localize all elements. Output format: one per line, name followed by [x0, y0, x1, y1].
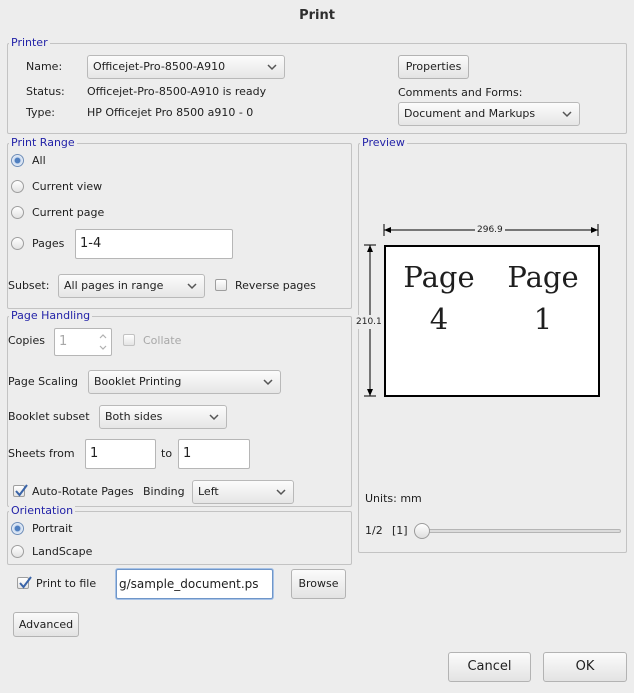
chevron-down-icon — [267, 64, 277, 71]
printer-status-label: Status: — [26, 85, 65, 98]
subset-select[interactable]: All pages in range — [58, 274, 205, 298]
preview-page-counter: 1/2 — [365, 524, 383, 537]
cancel-button[interactable]: Cancel — [448, 652, 531, 682]
advanced-button[interactable]: Advanced — [13, 612, 79, 637]
sheets-from-label: Sheets from — [8, 447, 75, 460]
print-file-path-value: g/sample_document.ps — [119, 577, 259, 591]
print-to-file-label[interactable]: Print to file — [36, 577, 96, 591]
printer-name-label: Name: — [26, 60, 63, 73]
printer-name-value: Officejet-Pro-8500-A910 — [93, 60, 226, 73]
chevron-down-icon — [263, 379, 273, 386]
ok-button-label: OK — [575, 659, 595, 674]
landscape-label[interactable]: LandScape — [32, 545, 92, 559]
orientation-legend: Orientation — [9, 504, 76, 517]
sheets-to-input[interactable]: 1 — [178, 439, 250, 469]
page-scaling-label: Page Scaling — [8, 375, 78, 388]
preview-width-dimension: 296.9 — [475, 223, 505, 237]
booklet-subset-label: Booklet subset — [8, 410, 90, 423]
printer-legend: Printer — [9, 36, 50, 49]
print-to-file-checkbox[interactable] — [17, 576, 32, 589]
chevron-down-icon — [562, 111, 572, 118]
chevron-down-icon — [209, 414, 219, 421]
range-pages-label[interactable]: Pages — [32, 237, 64, 251]
comments-forms-value: Document and Markups — [404, 107, 536, 120]
copies-spin-input[interactable]: 1 — [54, 328, 112, 356]
subset-label: Subset: — [8, 279, 50, 292]
page-scaling-value: Booklet Printing — [94, 375, 182, 388]
booklet-subset-value: Both sides — [105, 410, 163, 423]
preview-slider-thumb[interactable] — [414, 523, 430, 539]
preview-left-page-number: 4 — [429, 302, 449, 336]
chevron-down-icon — [276, 489, 286, 496]
binding-label: Binding — [143, 485, 185, 498]
preview-left-page-word: Page — [403, 260, 475, 294]
pages-range-input[interactable]: 1-4 — [75, 229, 233, 259]
preview-units-label: Units: mm — [365, 492, 422, 505]
preview-slider-track[interactable] — [414, 529, 621, 533]
binding-select[interactable]: Left — [192, 480, 294, 504]
browse-button[interactable]: Browse — [291, 569, 346, 599]
range-current-view-label[interactable]: Current view — [32, 180, 102, 194]
range-pages-radio[interactable] — [11, 237, 24, 250]
ok-button[interactable]: OK — [543, 652, 627, 682]
collate-label: Collate — [143, 334, 182, 347]
dialog-title: Print — [299, 8, 335, 23]
cancel-button-label: Cancel — [467, 659, 512, 674]
page-scaling-select[interactable]: Booklet Printing — [88, 370, 281, 394]
preview-height-dimension: 210.1 — [356, 315, 382, 329]
reverse-pages-checkbox[interactable] — [215, 279, 227, 291]
comments-forms-select[interactable]: Document and Markups — [398, 102, 580, 126]
range-current-page-radio[interactable] — [11, 206, 24, 219]
printer-name-select[interactable]: Officejet-Pro-8500-A910 — [87, 55, 285, 79]
preview-right-page-number: 1 — [533, 302, 553, 336]
sheets-from-input[interactable]: 1 — [85, 439, 156, 469]
properties-button[interactable]: Properties — [398, 55, 469, 79]
chevron-down-icon — [187, 283, 197, 290]
copies-label: Copies — [8, 334, 45, 347]
comments-forms-label: Comments and Forms: — [398, 86, 523, 99]
preview-right-page-word: Page — [507, 260, 579, 294]
portrait-label[interactable]: Portrait — [32, 522, 72, 536]
preview-page-indicator: [1] — [392, 524, 408, 537]
range-current-page-label[interactable]: Current page — [32, 206, 104, 220]
binding-value: Left — [198, 485, 219, 498]
sheets-to-label: to — [161, 447, 173, 460]
print-range-legend: Print Range — [9, 136, 77, 149]
landscape-radio[interactable] — [11, 545, 24, 558]
printer-status-value: Officejet-Pro-8500-A910 is ready — [87, 85, 267, 98]
auto-rotate-label[interactable]: Auto-Rotate Pages — [32, 485, 134, 499]
copies-value: 1 — [59, 334, 68, 349]
subset-value: All pages in range — [64, 279, 164, 292]
checkmark-icon — [19, 576, 32, 589]
collate-checkbox[interactable] — [123, 334, 135, 346]
printer-type-label: Type: — [26, 106, 55, 119]
range-current-view-radio[interactable] — [11, 180, 24, 193]
spin-arrows-icon[interactable] — [97, 329, 109, 355]
page-handling-legend: Page Handling — [9, 309, 93, 322]
checkmark-icon — [15, 484, 28, 497]
preview-legend: Preview — [360, 136, 407, 149]
portrait-radio[interactable] — [11, 522, 24, 535]
printer-type-value: HP Officejet Pro 8500 a910 - 0 — [87, 106, 254, 119]
auto-rotate-checkbox[interactable] — [13, 484, 28, 497]
range-all-radio[interactable] — [11, 154, 24, 167]
range-all-label[interactable]: All — [32, 154, 46, 168]
reverse-pages-label[interactable]: Reverse pages — [235, 279, 316, 293]
print-file-path-input[interactable]: g/sample_document.ps — [116, 569, 273, 599]
booklet-subset-select[interactable]: Both sides — [99, 405, 227, 429]
